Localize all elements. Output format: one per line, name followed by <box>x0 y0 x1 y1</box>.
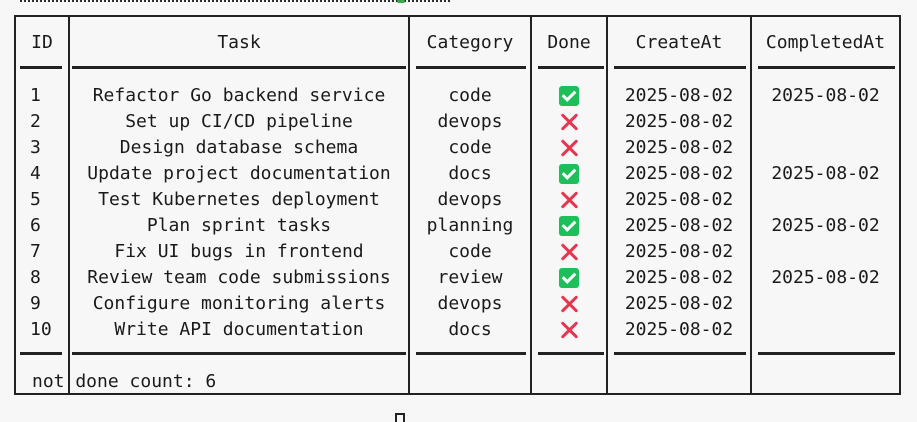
cell-created: 2025-08-02 <box>624 241 734 262</box>
check-icon <box>559 216 579 236</box>
cell-task: Configure monitoring alerts <box>92 293 386 314</box>
cell-created: 2025-08-02 <box>624 111 734 132</box>
cross-icon <box>559 112 579 132</box>
header-task: Task <box>217 32 261 53</box>
cell-id: 1 <box>30 85 41 106</box>
top-output-strip <box>0 0 917 6</box>
cell-category: devops <box>437 189 503 210</box>
previous-output-line <box>20 0 450 2</box>
cell-category: review <box>437 267 503 288</box>
header-id: ID <box>31 32 53 53</box>
header-separator <box>20 66 895 69</box>
cell-category: code <box>448 241 492 262</box>
header-created: CreateAt <box>635 32 723 53</box>
cell-created: 2025-08-02 <box>624 189 734 210</box>
cell-id: 3 <box>30 137 41 158</box>
cell-task: Refactor Go backend service <box>92 85 386 106</box>
cell-id: 6 <box>30 215 41 236</box>
header-done: Done <box>547 32 591 53</box>
cell-category: devops <box>437 111 503 132</box>
check-icon <box>559 86 579 106</box>
cell-completed <box>752 291 899 317</box>
cell-task: Update project documentation <box>87 163 391 184</box>
cell-created: 2025-08-02 <box>624 85 734 106</box>
tasks-table: ID Task Category Done CreateAt Completed… <box>14 15 901 395</box>
cell-task: Review team code submissions <box>87 267 391 288</box>
check-icon <box>559 268 579 288</box>
check-icon <box>559 164 579 184</box>
cell-id: 7 <box>30 241 41 262</box>
cell-completed <box>752 109 899 135</box>
cell-task: Fix UI bugs in frontend <box>114 241 364 262</box>
cross-icon <box>559 190 579 210</box>
cell-id: 8 <box>30 267 41 288</box>
cell-created: 2025-08-02 <box>624 293 734 314</box>
cross-icon <box>559 294 579 314</box>
header-completed: CompletedAt <box>765 32 886 53</box>
cell-completed: 2025-08-02 <box>771 215 880 236</box>
cell-completed <box>752 239 899 265</box>
cell-category: code <box>448 85 492 106</box>
cell-completed: 2025-08-02 <box>771 85 880 106</box>
cell-task: Test Kubernetes deployment <box>98 189 380 210</box>
cell-id: 5 <box>30 189 41 210</box>
cell-id: 2 <box>30 111 41 132</box>
cell-category: docs <box>448 319 492 340</box>
cell-id: 4 <box>30 163 41 184</box>
bottom-cursor-mark <box>395 413 405 422</box>
cell-created: 2025-08-02 <box>624 319 734 340</box>
footer-separator <box>20 352 895 355</box>
cell-task: Design database schema <box>119 137 359 158</box>
cell-created: 2025-08-02 <box>624 215 734 236</box>
not-done-count: not done count: 6 <box>32 371 217 392</box>
cell-category: docs <box>448 163 492 184</box>
col-divider-category <box>530 17 532 393</box>
cross-icon <box>559 138 579 158</box>
cell-created: 2025-08-02 <box>624 267 734 288</box>
cell-created: 2025-08-02 <box>624 137 734 158</box>
cell-completed: 2025-08-02 <box>771 163 880 184</box>
cell-created: 2025-08-02 <box>624 163 734 184</box>
cell-id: 10 <box>30 319 52 340</box>
cell-id: 9 <box>30 293 41 314</box>
cell-task: Set up CI/CD pipeline <box>125 111 353 132</box>
cell-completed <box>752 317 899 343</box>
header-category: Category <box>426 32 514 53</box>
cross-icon <box>559 320 579 340</box>
cell-category: planning <box>426 215 514 236</box>
cell-completed: 2025-08-02 <box>771 267 880 288</box>
cell-task: Write API documentation <box>114 319 364 340</box>
cell-completed <box>752 135 899 161</box>
cell-category: code <box>448 137 492 158</box>
cell-task: Plan sprint tasks <box>146 215 332 236</box>
cell-completed <box>752 187 899 213</box>
green-mark <box>397 0 405 3</box>
cross-icon <box>559 242 579 262</box>
cell-category: devops <box>437 293 503 314</box>
